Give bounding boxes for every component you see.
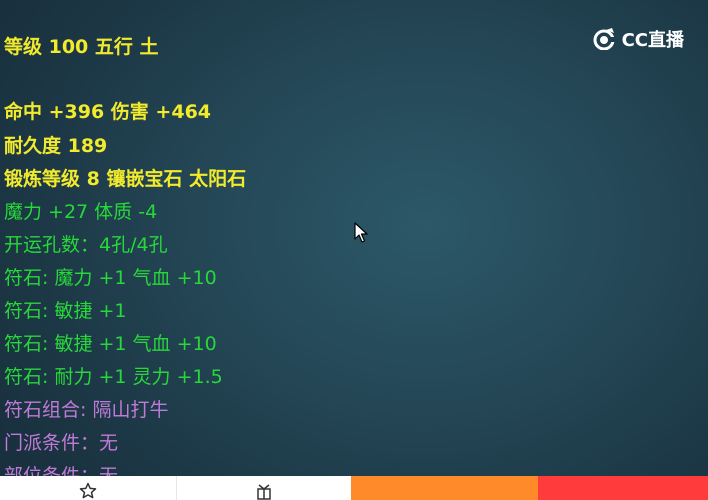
runestone-line: 符石: 敏捷 +1 — [4, 300, 127, 322]
item-hit-damage: 命中 +396 伤害 +464 — [4, 101, 212, 123]
runestone-line: 符石: 敏捷 +1 气血 +10 — [4, 333, 217, 355]
runestone-combo: 符石组合: 隔山打牛 — [4, 399, 169, 421]
item-forge-gem: 锻炼等级 8 镶嵌宝石 太阳石 — [4, 168, 247, 190]
favorite-button[interactable] — [0, 476, 177, 500]
star-icon — [79, 482, 97, 499]
orange-action-button[interactable] — [350, 476, 539, 500]
item-level-element: 等级 100 五行 土 — [4, 36, 159, 58]
sect-requirement: 门派条件：无 — [4, 432, 119, 454]
item-magic-constitution: 魔力 +27 体质 -4 — [4, 201, 158, 223]
cc-logo-icon — [593, 28, 617, 50]
cc-live-logo: CC直播 — [592, 26, 684, 52]
item-socket-count: 开运孔数：4孔/4孔 — [4, 234, 168, 256]
mouse-cursor-icon — [354, 222, 368, 243]
logo-text: CC直播 — [621, 30, 684, 51]
runestone-line: 符石: 耐力 +1 灵力 +1.5 — [4, 366, 223, 388]
red-action-button[interactable] — [538, 476, 708, 500]
gift-button[interactable] — [176, 476, 351, 500]
bottom-action-bar — [0, 476, 708, 500]
item-durability: 耐久度 189 — [4, 135, 108, 157]
runestone-line: 符石: 魔力 +1 气血 +10 — [4, 267, 217, 289]
gift-icon — [256, 484, 271, 500]
